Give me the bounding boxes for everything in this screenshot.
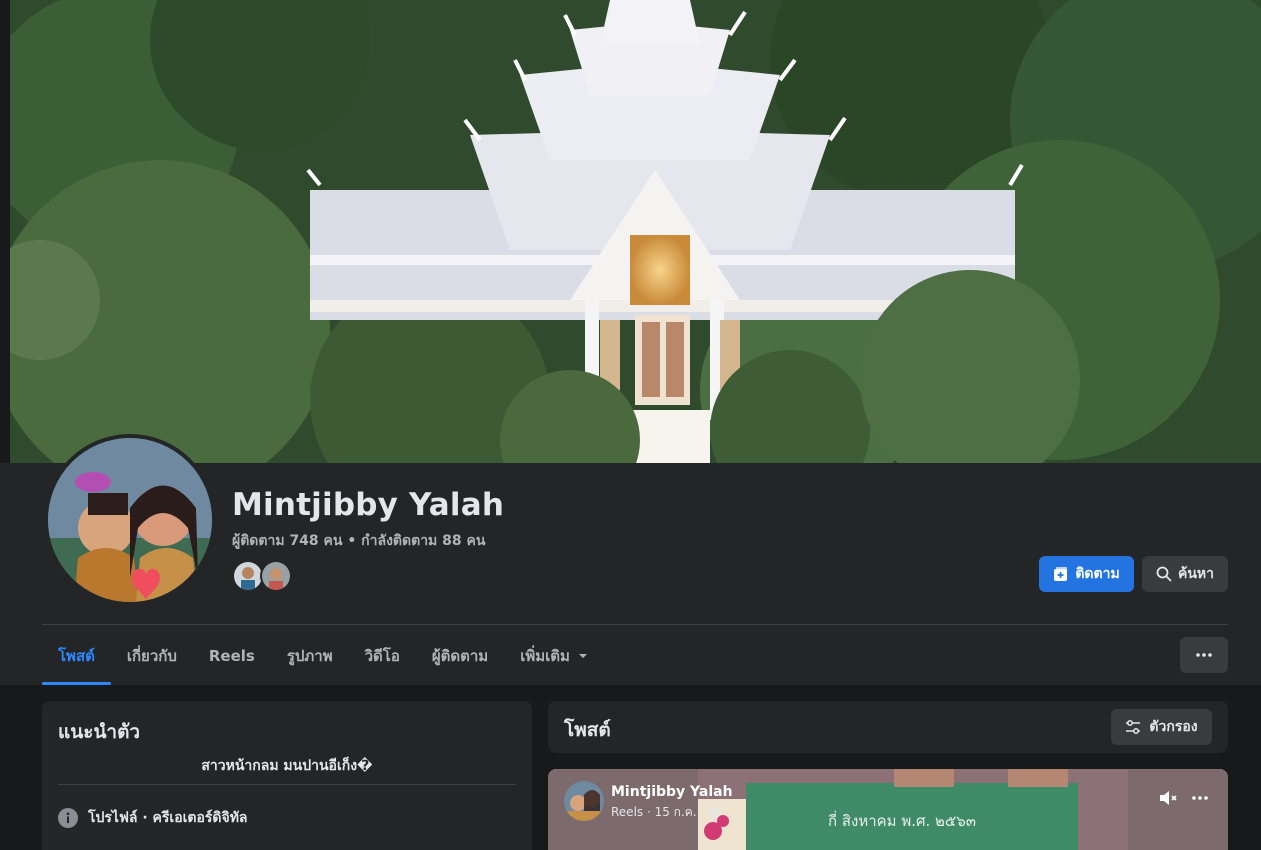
cover-photo[interactable]	[10, 0, 1261, 463]
intro-bio: สาวหน้ากลม มนปานอีเก็ง�	[201, 758, 373, 774]
temple-cover-image	[10, 0, 1261, 463]
tab-label: วิดีโอ	[364, 646, 400, 665]
tab-more[interactable]: เพิ่มเติม	[504, 626, 604, 685]
avatar-image	[48, 438, 212, 602]
mutual-avatar[interactable]	[260, 560, 292, 592]
info-icon	[58, 808, 78, 828]
search-icon	[1156, 566, 1172, 582]
intro-divider	[58, 784, 516, 785]
board-text: กี่ สิงหาคม พ.ศ. ๒๕๖๓	[828, 812, 977, 830]
follower-stats[interactable]: ผู้ติดตาม 748 คน • กำลังติดตาม 88 คน	[232, 530, 485, 552]
tab-photos[interactable]: รูปภาพ	[271, 626, 349, 685]
intro-card: แนะนำตัว สาวหน้ากลม มนปานอีเก็ง� โปรไฟล์…	[42, 701, 532, 850]
post-more-dots-icon[interactable]	[1192, 796, 1208, 800]
post-author-name[interactable]: Mintjibby Yalah	[611, 784, 733, 800]
search-button[interactable]: ค้นหา	[1142, 556, 1228, 592]
tab-label: โพสต์	[58, 646, 95, 665]
tab-label: เกี่ยวกับ	[126, 646, 177, 665]
posts-title: โพสต์	[564, 719, 611, 741]
tab-about[interactable]: เกี่ยวกับ	[111, 626, 193, 685]
mutual-avatar-image	[234, 562, 262, 590]
profile-tabs: โพสต์ เกี่ยวกับ Reels รูปภาพ วิดีโอ ผู้ต…	[42, 626, 604, 685]
post-card[interactable]: กี่ สิงหาคม พ.ศ. ๒๕๖๓ Mintjibby Yalah Re…	[548, 769, 1228, 850]
tab-label: เพิ่มเติม	[520, 646, 570, 665]
profile-page: Mintjibby Yalah ผู้ติดตาม 748 คน • กำลัง…	[0, 0, 1261, 850]
tab-label: Reels	[208, 646, 255, 665]
tab-videos[interactable]: วิดีโอ	[349, 626, 416, 685]
more-dots-icon	[1196, 653, 1212, 657]
more-options-button[interactable]	[1180, 637, 1228, 673]
mutual-avatar-image	[262, 562, 290, 590]
tab-label: ผู้ติดตาม	[431, 646, 489, 665]
filter-label: ตัวกรอง	[1149, 719, 1198, 735]
follow-button[interactable]: ติดตาม	[1039, 556, 1134, 592]
profile-avatar[interactable]	[44, 434, 216, 606]
intro-profile-row: โปรไฟล์ · ครีเอเตอร์ดิจิทัล	[58, 807, 248, 829]
follow-icon	[1054, 567, 1068, 581]
tab-followers[interactable]: ผู้ติดตาม	[416, 626, 504, 685]
globe-icon	[708, 806, 720, 819]
post-author-avatar[interactable]	[564, 781, 604, 821]
intro-profile-text: โปรไฟล์ · ครีเอเตอร์ดิจิทัล	[88, 810, 248, 826]
posts-header-card: โพสต์ ตัวกรอง	[548, 701, 1228, 753]
post-meta: Reels · 15 ก.ค. ·	[611, 803, 720, 822]
post-actions	[1158, 789, 1208, 807]
tab-label: รูปภาพ	[286, 646, 333, 665]
tab-posts[interactable]: โพสต์	[42, 626, 111, 685]
filter-icon	[1126, 720, 1141, 734]
filter-button[interactable]: ตัวกรอง	[1111, 709, 1212, 745]
profile-name: Mintjibby Yalah	[232, 487, 505, 523]
tab-reels[interactable]: Reels	[193, 626, 271, 685]
post-meta-text: Reels · 15 ก.ค. ·	[611, 805, 705, 819]
post-avatar-image	[564, 781, 604, 821]
search-label: ค้นหา	[1177, 566, 1215, 582]
intro-title: แนะนำตัว	[58, 721, 141, 743]
tabs-divider	[42, 624, 1228, 625]
mutual-followers[interactable]	[232, 560, 296, 592]
follow-label: ติดตาม	[1075, 566, 1120, 582]
caret-down-icon	[578, 653, 587, 658]
muted-speaker-icon[interactable]	[1158, 789, 1178, 807]
